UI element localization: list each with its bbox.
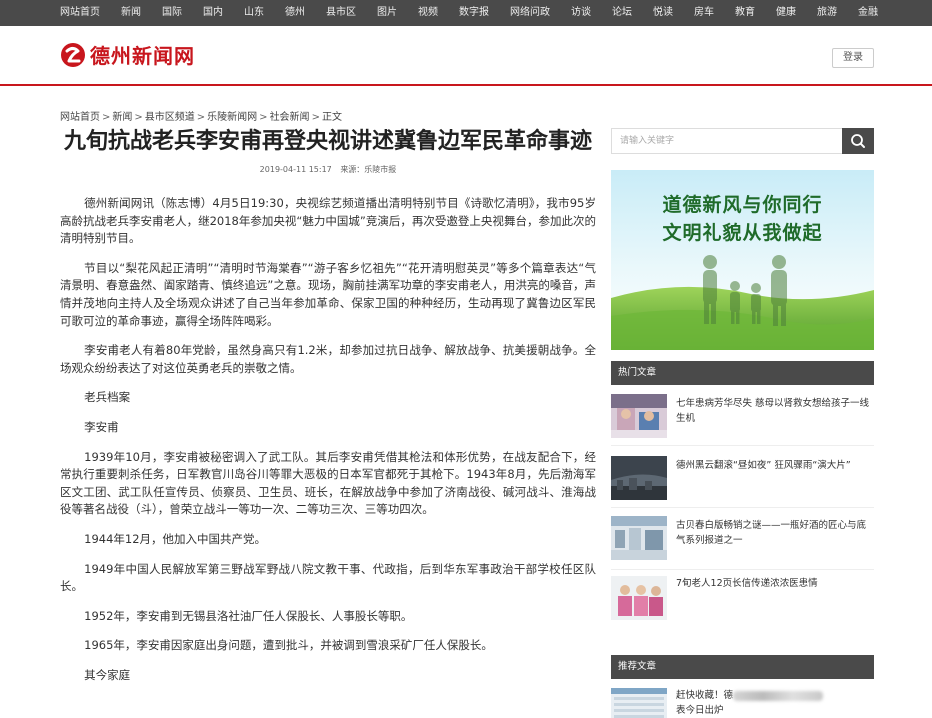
breadcrumb-separator: >: [196, 112, 206, 123]
search-button[interactable]: [842, 128, 874, 154]
login-button[interactable]: 登录: [832, 48, 874, 68]
breadcrumb-separator: >: [102, 112, 111, 123]
breadcrumb-link[interactable]: 网站首页: [60, 112, 100, 123]
hot-article-item[interactable]: 古贝春白版畅销之谜——一瓶好酒的匠心与底气系列报道之一: [611, 508, 874, 570]
article-date: 2019-04-11 15:17: [259, 165, 332, 174]
breadcrumb-separator: >: [134, 112, 143, 123]
article-paragraph: 德州新闻网讯（陈志博）4月5日19:30，央视综艺频道播出清明特别节目《诗歌忆清…: [60, 196, 596, 246]
article: 九旬抗战老兵李安甫再登央视讲述冀鲁边军民革命事迹 2019-04-11 15:1…: [60, 128, 596, 696]
hot-article-title: 7旬老人12页长信传递浓浓医患情: [676, 578, 818, 589]
top-nav-link[interactable]: 网站首页: [60, 0, 100, 26]
article-paragraph: 1965年，李安甫因家庭出身问题，遭到批斗，并被调到雪浪采矿厂任人保股长。: [84, 638, 493, 653]
top-nav-bar: 网站首页 新闻 国际 国内 山东 德州 县市区 图片 视频 数字报 网络问政 访谈 论坛 悦读 房车 教育 健康…: [0, 0, 932, 26]
logo-text: 德州新闻网: [90, 44, 195, 68]
search-box: [611, 128, 874, 154]
search-input[interactable]: [612, 129, 842, 153]
recommended-article-title-line2: 表今日出炉: [676, 705, 724, 716]
recommended-article-item[interactable]: 赶快收藏！德 表今日出炉: [611, 684, 874, 718]
top-nav-links: 网站首页 新闻 国际 国内 山东 德州 县市区 图片 视频 数字报 网络问政 访谈 论坛 悦读 房车 教育 健康…: [60, 0, 899, 26]
article-paragraph: 1939年10月，李安甫被秘密调入了武工队。其后李安甫凭借其枪法和体形优势，在战…: [60, 449, 596, 517]
hot-article-thumbnail: [611, 394, 667, 438]
top-nav-link[interactable]: 教育: [735, 0, 755, 26]
top-nav-link[interactable]: 图片: [377, 0, 397, 26]
recommended-articles-header: 推荐文章: [611, 655, 874, 679]
hot-article-title: 德州黑云翻滚“昼如夜” 狂风骤雨“演大片”: [676, 460, 851, 471]
article-paragraph: 李安甫: [84, 419, 119, 434]
banner-line-1: 道德新风与你同行: [662, 194, 823, 216]
top-nav-link[interactable]: 旅游: [817, 0, 837, 26]
article-paragraph: 老兵档案: [84, 390, 131, 405]
top-nav-link[interactable]: 视频: [418, 0, 438, 26]
site-header: 德州新闻网 登录: [0, 26, 932, 86]
breadcrumb: 网站首页 > 新闻 > 县市区频道 > 乐陵新闻网 > 社会新闻 > 正文: [60, 108, 342, 123]
breadcrumb-separator: >: [311, 112, 320, 123]
top-nav-link[interactable]: 健康: [776, 0, 796, 26]
search-icon: [851, 134, 865, 148]
blurred-text: [733, 690, 824, 701]
top-nav-link[interactable]: 论坛: [612, 0, 632, 26]
top-nav-link[interactable]: 国内: [203, 0, 223, 26]
hot-article-item[interactable]: 七年患病芳华尽失 慈母以肾救女想给孩子一线生机: [611, 388, 874, 446]
top-nav-link[interactable]: 网络问政: [510, 0, 550, 26]
breadcrumb-link[interactable]: 新闻: [112, 112, 132, 123]
article-title: 九旬抗战老兵李安甫再登央视讲述冀鲁边军民革命事迹: [64, 129, 593, 154]
breadcrumb-separator: >: [259, 112, 268, 123]
recommended-article-title-prefix: 赶快收藏！德: [676, 690, 734, 701]
top-nav-link[interactable]: 山东: [244, 0, 264, 26]
banner-line-2: 文明礼貌从我做起: [662, 222, 823, 244]
top-nav-link[interactable]: 数字报: [459, 0, 489, 26]
hot-article-item[interactable]: 德州黑云翻滚“昼如夜” 狂风骤雨“演大片”: [611, 446, 874, 508]
site-logo[interactable]: 德州新闻网: [60, 40, 195, 69]
recommended-article-thumbnail: [611, 688, 667, 718]
hot-articles-header: 热门文章: [611, 361, 874, 385]
breadcrumb-link[interactable]: 县市区频道: [145, 112, 195, 123]
top-nav-link[interactable]: 房车: [694, 0, 714, 26]
top-nav-link[interactable]: 县市区: [326, 0, 356, 26]
top-nav-link[interactable]: 金融: [858, 0, 878, 26]
hot-article-title: 七年患病芳华尽失 慈母以肾救女想给孩子一线生机: [676, 398, 870, 424]
hot-article-thumbnail: [611, 456, 667, 500]
hot-article-title: 古贝春白版畅销之谜——一瓶好酒的匠心与底气系列报道之一: [676, 520, 867, 546]
hot-article-thumbnail: [611, 516, 667, 560]
top-nav-link[interactable]: 访谈: [571, 0, 591, 26]
article-source: 来源：乐陵市报: [340, 165, 397, 174]
hot-articles-list: 七年患病芳华尽失 慈母以肾救女想给孩子一线生机 德州黑云翻滚“昼如夜” 狂风骤雨…: [611, 388, 874, 632]
breadcrumb-link[interactable]: 社会新闻: [270, 112, 310, 123]
top-nav-link[interactable]: 国际: [162, 0, 182, 26]
recommended-article-title: 赶快收藏！德 表今日出炉: [676, 688, 872, 718]
article-paragraph: 其今家庭: [84, 667, 131, 682]
logo-mark-icon: [60, 42, 86, 68]
hot-article-thumbnail: [611, 576, 667, 620]
top-nav-link[interactable]: 新闻: [121, 0, 141, 26]
breadcrumb-link[interactable]: 乐陵新闻网: [207, 112, 257, 123]
top-nav-link[interactable]: 德州: [285, 0, 305, 26]
article-meta: 2019-04-11 15:17 来源：乐陵市报: [60, 164, 596, 175]
recommended-articles-list: 赶快收藏！德 表今日出炉: [611, 684, 874, 718]
article-paragraph: 1952年，李安甫到无锡县洛社油厂任人保股长、人事股长等职。: [84, 608, 413, 623]
article-paragraph: 李安甫老人有着80年党龄，虽然身高只有1.2米，却参加过抗日战争、解放战争、抗美…: [60, 343, 596, 375]
article-paragraph: 节目以“梨花风起正清明”“清明时节海棠春”“游子客乡忆祖先”“花开清明慰英灵”等…: [60, 260, 596, 328]
hot-article-item[interactable]: 7旬老人12页长信传递浓浓医患情: [611, 570, 874, 632]
breadcrumb-current: 正文: [321, 112, 342, 123]
article-paragraph: 1949年中国人民解放军第三野战军野战八院文教干事、代政指，后到华东军事政治干部…: [60, 561, 596, 594]
top-nav-link[interactable]: 悦读: [653, 0, 673, 26]
article-paragraph: 1944年12月，他加入中国共产党。: [84, 531, 267, 546]
article-body: 德州新闻网讯（陈志博）4月5日19:30，央视综艺频道播出清明特别节目《诗歌忆清…: [60, 195, 596, 684]
promo-banner[interactable]: 道德新风与你同行 文明礼貌从我做起: [611, 170, 874, 350]
